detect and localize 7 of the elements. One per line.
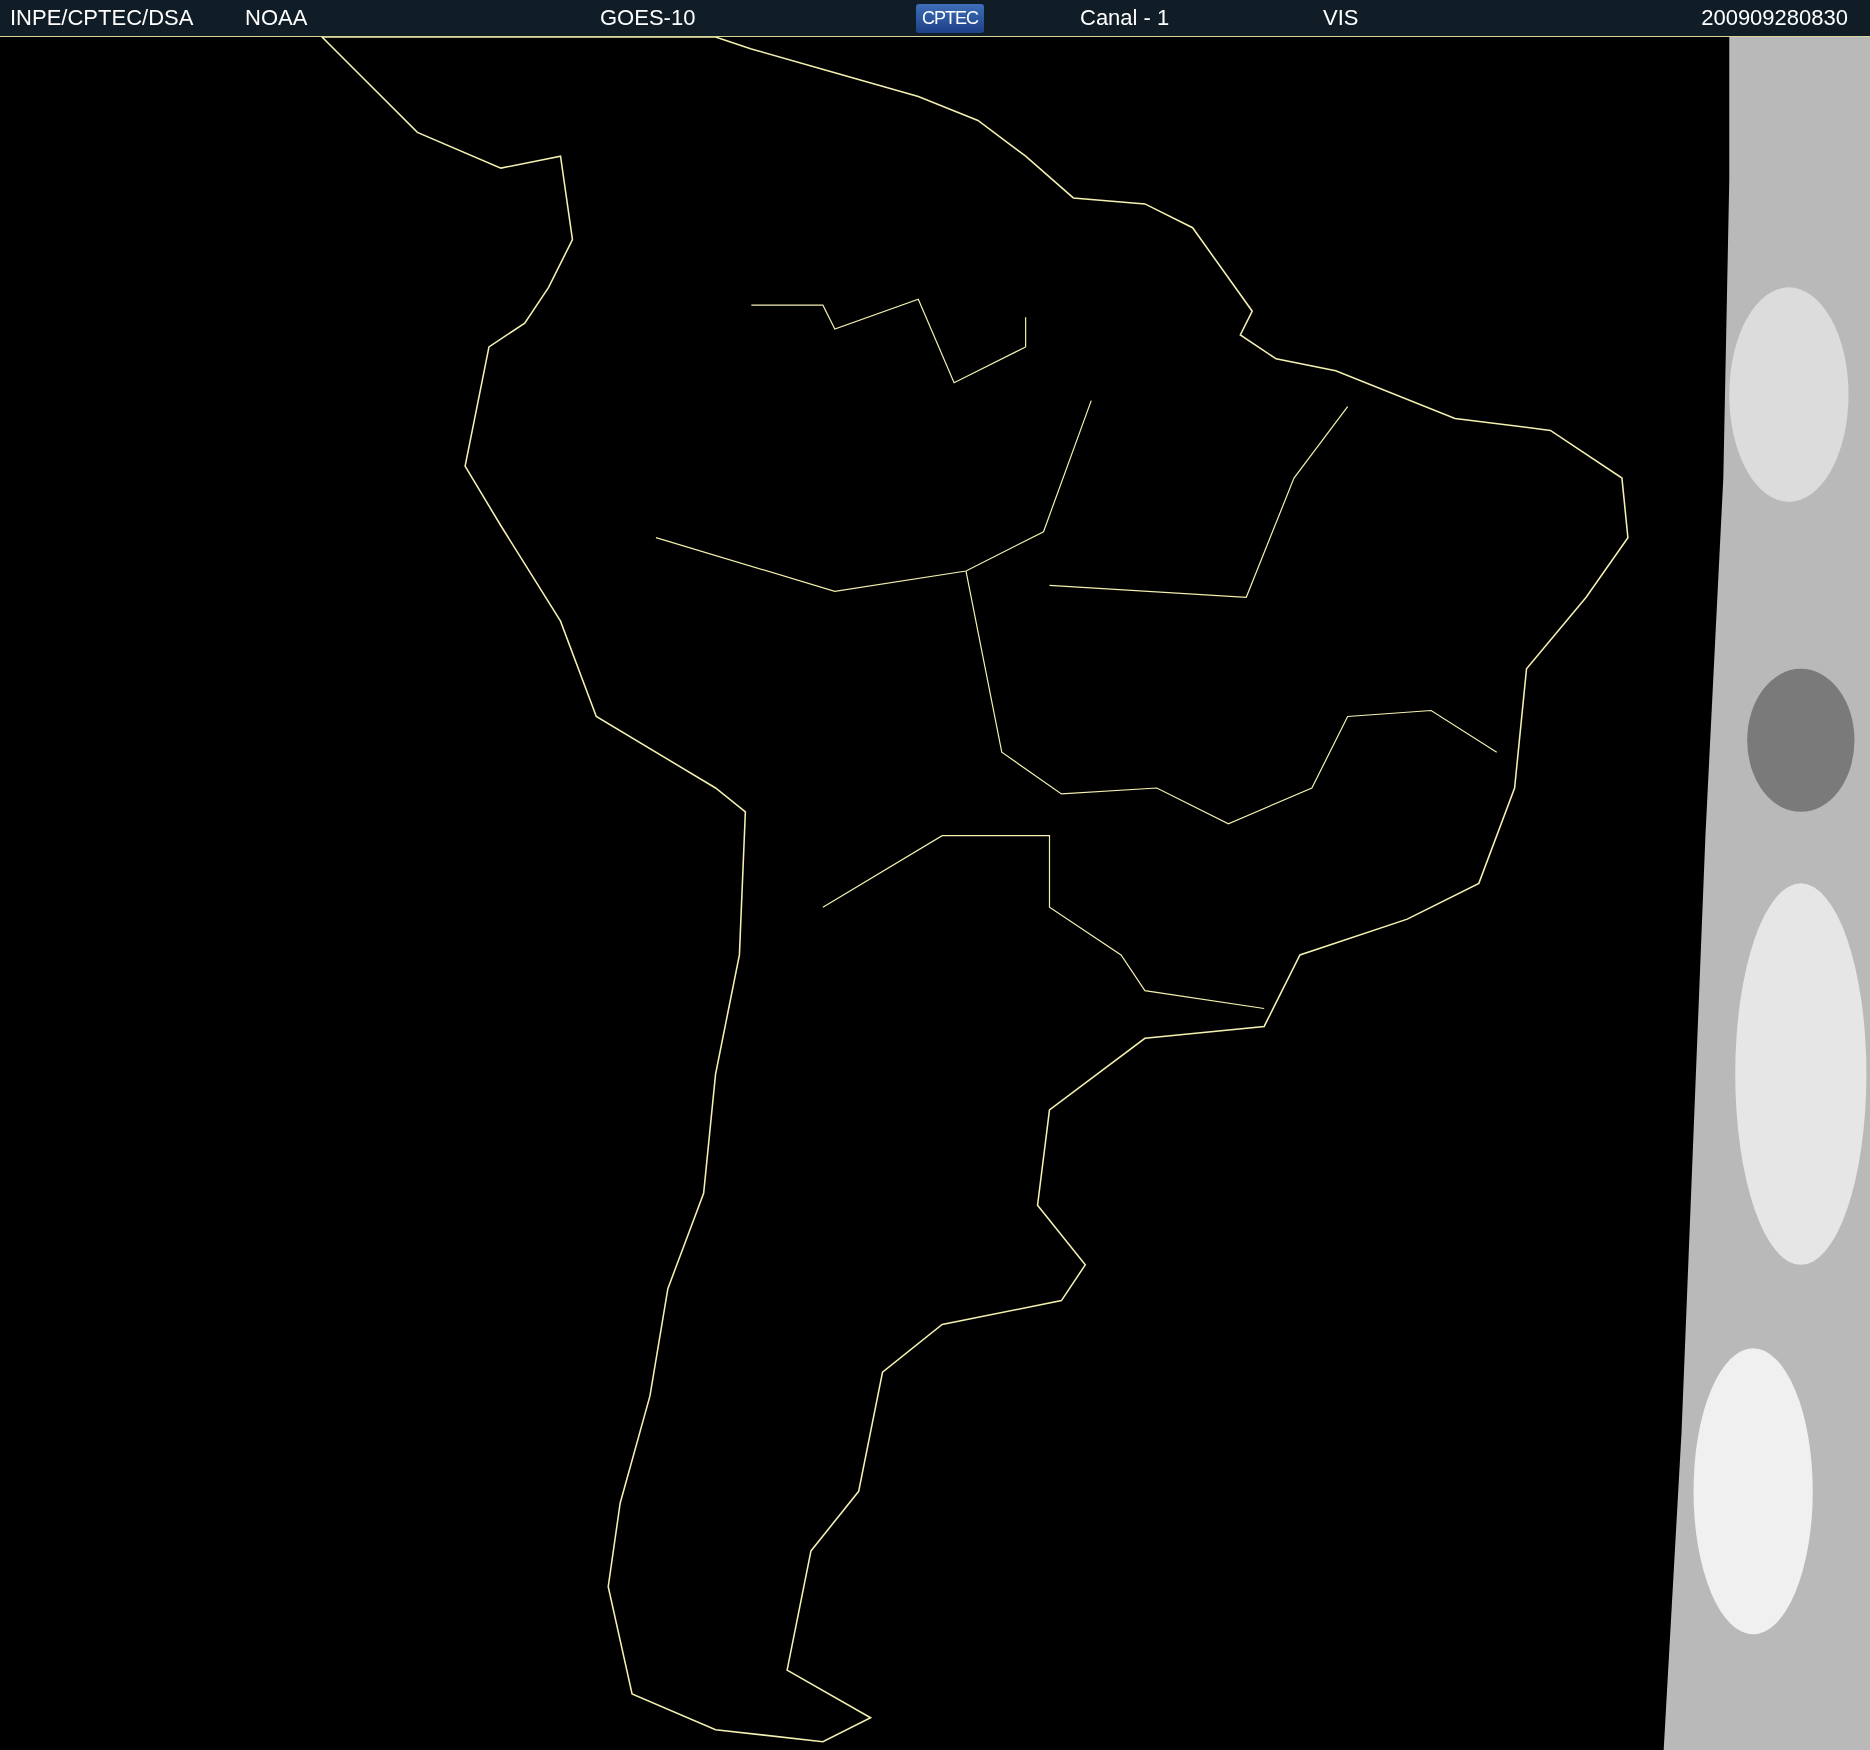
header-label: 200909280830 <box>1701 5 1848 31</box>
logo: CPTEC <box>916 3 984 33</box>
header-label: INPE/CPTEC/DSA <box>10 5 195 31</box>
header-label: NOAA <box>245 5 309 31</box>
header-label: Canal - 1 <box>1080 5 1171 31</box>
header-label: VIS <box>1323 5 1360 31</box>
header-label: GOES-10 <box>600 5 697 31</box>
